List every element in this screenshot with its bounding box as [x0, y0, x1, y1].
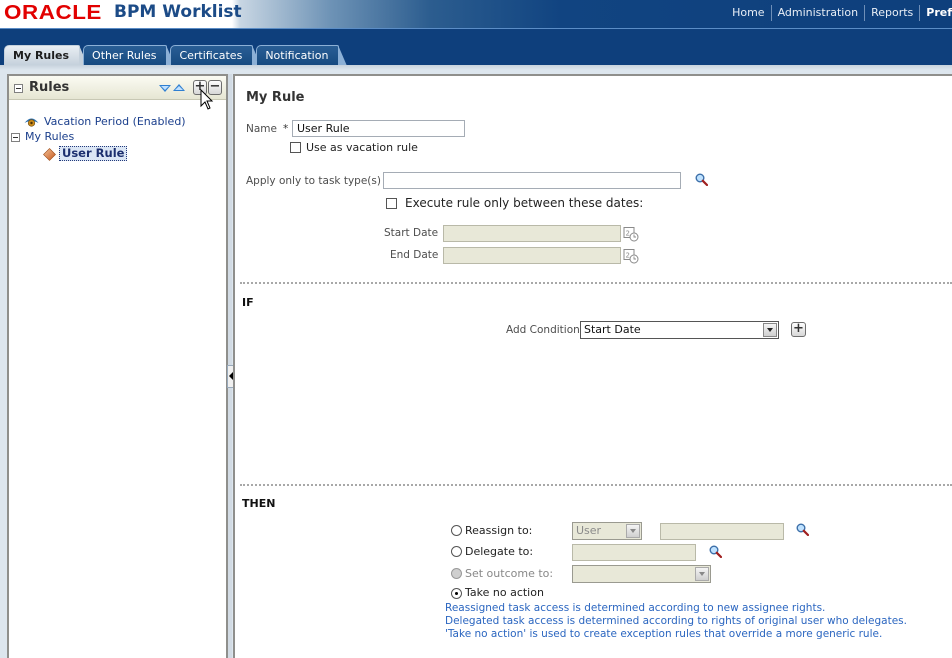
- task-type-label: Apply only to task type(s): [246, 175, 381, 187]
- move-up-icon[interactable]: [173, 84, 185, 91]
- take-no-action-radio[interactable]: [451, 588, 462, 599]
- svg-text:2: 2: [626, 252, 630, 260]
- chevron-down-icon: [626, 524, 640, 538]
- reassign-type-select[interactable]: User: [572, 522, 642, 540]
- date-range-checkbox[interactable]: [386, 198, 397, 209]
- set-outcome-label: Set outcome to:: [465, 567, 554, 580]
- tab-bar-underline: [0, 65, 952, 70]
- if-section-title: IF: [242, 296, 254, 309]
- end-date-label: End Date: [390, 249, 439, 261]
- vacation-rule-checkbox[interactable]: [290, 142, 301, 153]
- nav-home-link[interactable]: Home: [726, 5, 770, 21]
- delegate-input[interactable]: [572, 544, 696, 561]
- tab-other-rules[interactable]: Other Rules: [83, 45, 176, 66]
- chevron-down-icon: [763, 323, 777, 337]
- rules-tree: Vacation Period (Enabled) My Rules User …: [9, 100, 226, 162]
- collapse-my-rules-icon[interactable]: [11, 133, 20, 142]
- tab-my-rules[interactable]: My Rules: [4, 45, 89, 66]
- then-section-title: THEN: [242, 497, 276, 510]
- reassign-search-icon[interactable]: [796, 523, 809, 536]
- set-outcome-radio[interactable]: [451, 568, 462, 579]
- delegate-search-icon[interactable]: [709, 545, 722, 558]
- section-divider: [240, 484, 952, 486]
- end-date-calendar-icon[interactable]: 2: [623, 248, 639, 264]
- vacation-rule-label: Use as vacation rule: [306, 141, 418, 154]
- logo-area: ORACLE BPM Worklist: [0, 0, 242, 25]
- app-header: ORACLE BPM Worklist Home Administration …: [0, 0, 952, 28]
- start-date-label: Start Date: [384, 227, 439, 239]
- svg-text:2: 2: [626, 230, 630, 238]
- set-outcome-select[interactable]: [572, 565, 711, 583]
- section-divider: [240, 282, 952, 284]
- delegate-note: Delegated task access is determined acco…: [445, 615, 907, 627]
- start-date-calendar-icon[interactable]: 2: [623, 226, 639, 242]
- rules-panel: Rules + − Vacation Period (Enabled) My R…: [7, 74, 228, 658]
- tab-notification[interactable]: Notification: [256, 45, 348, 66]
- nav-administration-link[interactable]: Administration: [770, 5, 865, 21]
- nav-reports-link[interactable]: Reports: [864, 5, 919, 21]
- take-no-action-label: Take no action: [465, 586, 544, 599]
- rules-panel-title: Rules: [29, 80, 70, 95]
- tree-item-vacation-period[interactable]: Vacation Period (Enabled): [9, 114, 226, 130]
- reassign-radio[interactable]: [451, 525, 462, 536]
- name-input[interactable]: [292, 120, 465, 137]
- tab-bar: My Rules Other Rules Certificates Notifi…: [0, 29, 952, 66]
- rule-title: My Rule: [246, 90, 305, 105]
- task-type-input[interactable]: [383, 172, 681, 189]
- add-rule-button[interactable]: +: [193, 80, 207, 95]
- rule-detail-panel: My Rule Name* Use as vacation rule Apply…: [233, 74, 952, 658]
- tab-certificates[interactable]: Certificates: [170, 45, 262, 66]
- rule-diamond-icon: [43, 148, 56, 161]
- add-condition-label: Add Condition: [506, 324, 580, 336]
- reassign-note: Reassigned task access is determined acc…: [445, 602, 826, 614]
- reassign-label: Reassign to:: [465, 524, 533, 537]
- delegate-radio[interactable]: [451, 546, 462, 557]
- task-type-search-icon[interactable]: [695, 173, 708, 186]
- chevron-down-icon: [695, 567, 709, 581]
- add-condition-select[interactable]: Start Date: [580, 321, 779, 339]
- reassign-input[interactable]: [660, 523, 784, 540]
- date-range-label: Execute rule only between these dates:: [405, 196, 644, 210]
- required-mark: *: [282, 123, 289, 135]
- remove-rule-button[interactable]: −: [208, 80, 222, 95]
- collapse-panel-icon[interactable]: [14, 84, 23, 93]
- start-date-input[interactable]: [443, 225, 621, 242]
- global-nav: Home Administration Reports Pref: [726, 5, 952, 21]
- move-down-icon[interactable]: [159, 85, 171, 92]
- end-date-input[interactable]: [443, 247, 621, 264]
- rules-panel-header: Rules + −: [9, 76, 226, 110]
- vacation-eye-icon: [24, 118, 39, 127]
- tree-item-my-rules[interactable]: My Rules: [9, 130, 226, 146]
- app-title: BPM Worklist: [114, 2, 242, 22]
- add-condition-button[interactable]: +: [791, 322, 806, 337]
- delegate-label: Delegate to:: [465, 545, 534, 558]
- name-label: Name *: [246, 123, 289, 135]
- nav-preferences-link[interactable]: Pref: [919, 5, 952, 21]
- oracle-logo: ORACLE: [4, 2, 102, 24]
- tree-item-user-rule[interactable]: User Rule: [9, 146, 226, 162]
- no-action-note: 'Take no action' is used to create excep…: [445, 628, 883, 640]
